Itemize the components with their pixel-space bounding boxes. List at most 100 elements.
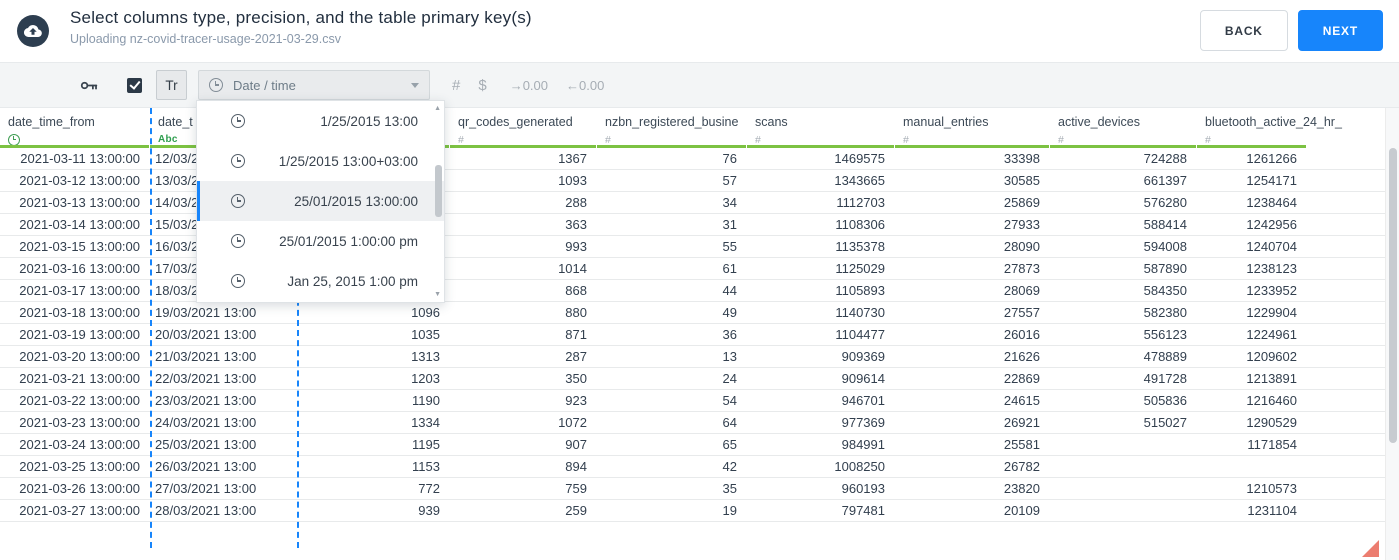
table-cell: 49 bbox=[722, 305, 737, 320]
format-option[interactable]: 25/01/2015 1:00:00 pm bbox=[197, 221, 444, 261]
column-header-date_time_from[interactable]: date_time_from bbox=[0, 108, 150, 148]
table-cell: 1213891 bbox=[1246, 371, 1297, 386]
table-row: 2021-03-25 13:00:00 26/03/2021 13:00 1153 8… bbox=[0, 456, 1385, 478]
format-option-label: 25/01/2015 13:00:00 bbox=[294, 193, 418, 209]
table-cell: 26782 bbox=[1003, 459, 1040, 474]
table-cell: 594008 bbox=[1143, 239, 1187, 254]
clock-icon bbox=[231, 234, 245, 248]
filler-cell bbox=[1307, 324, 1385, 345]
table-cell: 1190 bbox=[412, 393, 440, 408]
column-type-label: # bbox=[458, 133, 464, 146]
clock-icon bbox=[8, 133, 20, 146]
column-quality-bar bbox=[1197, 145, 1306, 148]
column-header-qr_codes_generated[interactable]: qr_codes_generated # bbox=[450, 108, 597, 148]
table-cell: 2021-03-26 13:00:00 bbox=[19, 481, 140, 496]
table-cell: 21/03/2021 13:00 bbox=[155, 349, 257, 364]
vertical-scrollbar[interactable] bbox=[1385, 108, 1399, 560]
table-cell: 1238464 bbox=[1246, 195, 1297, 210]
table-cell: 24 bbox=[722, 371, 737, 386]
increase-decimals-button[interactable]: →0.00 bbox=[510, 78, 548, 93]
table-cell: 23820 bbox=[1003, 481, 1040, 496]
text-type-button[interactable]: Tr bbox=[156, 70, 187, 100]
table-cell: 1240704 bbox=[1246, 239, 1297, 254]
table-row: 2021-03-20 13:00:00 21/03/2021 13:00 1313 2… bbox=[0, 346, 1385, 368]
date-format-dropdown: 1/25/2015 13:00 1/25/2015 13:00+03:00 25/0… bbox=[196, 100, 445, 303]
table-cell: 27873 bbox=[1003, 261, 1040, 276]
format-option[interactable]: 1/25/2015 13:00+03:00 bbox=[197, 141, 444, 181]
format-option[interactable]: 25/01/2015 13:00:00 bbox=[197, 181, 444, 221]
filler-cell bbox=[1307, 368, 1385, 389]
format-option[interactable]: Jan 25, 2015 1:00 pm bbox=[197, 261, 444, 301]
table-cell: 36 bbox=[722, 327, 737, 342]
column-header-manual_entries[interactable]: manual_entries # bbox=[895, 108, 1050, 148]
table-cell: 2021-03-13 13:00:00 bbox=[19, 195, 140, 210]
table-cell bbox=[1050, 500, 1197, 521]
column-quality-bar bbox=[1050, 145, 1196, 148]
dropdown-scrollbar-thumb[interactable] bbox=[435, 165, 442, 217]
table-cell: 491728 bbox=[1143, 371, 1187, 386]
scroll-up-arrow-icon[interactable] bbox=[434, 105, 441, 112]
column-quality-bar bbox=[0, 145, 149, 148]
column-type-label: Abc bbox=[158, 134, 178, 145]
table-cell: 661397 bbox=[1143, 173, 1187, 188]
table-cell: 582380 bbox=[1143, 305, 1187, 320]
column-name: bluetooth_active_24_hr_ bbox=[1205, 115, 1342, 129]
clock-icon bbox=[209, 78, 223, 92]
table-row: 2021-03-18 13:00:00 19/03/2021 13:00 1096 8… bbox=[0, 302, 1385, 324]
import-wizard: Select columns type, precision, and the … bbox=[0, 0, 1399, 560]
format-option[interactable]: 1/25/2015 13:00 bbox=[197, 101, 444, 141]
table-cell: 26/03/2021 13:00 bbox=[155, 459, 257, 474]
table-cell: 2021-03-21 13:00:00 bbox=[19, 371, 140, 386]
format-option-label: 1/25/2015 13:00+03:00 bbox=[278, 153, 418, 169]
table-cell: 61 bbox=[722, 261, 737, 276]
column-header-nzbn_registered_busine[interactable]: nzbn_registered_busine # bbox=[597, 108, 747, 148]
table-cell: 2021-03-14 13:00:00 bbox=[19, 217, 140, 232]
scroll-down-arrow-icon[interactable] bbox=[434, 291, 441, 298]
table-cell: 20109 bbox=[1003, 503, 1040, 518]
column-header-active_devices[interactable]: active_devices # bbox=[1050, 108, 1197, 148]
table-cell: 27557 bbox=[1003, 305, 1040, 320]
table-cell: 28/03/2021 13:00 bbox=[155, 503, 257, 518]
column-name: scans bbox=[755, 115, 788, 129]
table-cell: 2021-03-19 13:00:00 bbox=[19, 327, 140, 342]
table-cell: 25869 bbox=[1003, 195, 1040, 210]
table-row: 2021-03-22 13:00:00 23/03/2021 13:00 1190 9… bbox=[0, 390, 1385, 412]
table-cell: 21626 bbox=[1003, 349, 1040, 364]
next-button[interactable]: NEXT bbox=[1297, 10, 1383, 51]
table-cell: 584350 bbox=[1143, 283, 1187, 298]
table-cell: 1171854 bbox=[1247, 437, 1297, 452]
table-cell: 1093 bbox=[558, 173, 587, 188]
table-cell: 772 bbox=[418, 481, 440, 496]
table-cell: 1238123 bbox=[1246, 261, 1297, 276]
boolean-type-checkbox[interactable] bbox=[127, 77, 142, 93]
table-cell: 2021-03-27 13:00:00 bbox=[19, 503, 140, 518]
table-cell: 1233952 bbox=[1246, 283, 1297, 298]
column-header-bluetooth_active_24_hr_[interactable]: bluetooth_active_24_hr_ # bbox=[1197, 108, 1342, 148]
currency-type-button[interactable]: $ bbox=[478, 77, 486, 94]
table-cell: 909614 bbox=[841, 371, 885, 386]
filler-cell bbox=[1307, 192, 1385, 213]
primary-key-icon[interactable] bbox=[78, 75, 99, 96]
uploading-filename: Uploading nz-covid-tracer-usage-2021-03-… bbox=[70, 32, 341, 46]
table-cell: 1224961 bbox=[1246, 327, 1297, 342]
vertical-scrollbar-thumb[interactable] bbox=[1389, 148, 1397, 443]
table-cell: 923 bbox=[565, 393, 587, 408]
filler-cell bbox=[1307, 170, 1385, 191]
format-option-label: 25/01/2015 1:00:00 pm bbox=[279, 233, 418, 249]
column-header-scans[interactable]: scans # bbox=[747, 108, 895, 148]
table-row: 2021-03-19 13:00:00 20/03/2021 13:00 1035 8… bbox=[0, 324, 1385, 346]
back-button[interactable]: BACK bbox=[1199, 10, 1288, 51]
title-block: Select columns type, precision, and the … bbox=[70, 8, 532, 46]
table-cell: 478889 bbox=[1143, 349, 1187, 364]
datetime-type-select[interactable]: Date / time bbox=[198, 70, 430, 100]
table-cell: 19 bbox=[722, 503, 737, 518]
table-cell: 20/03/2021 13:00 bbox=[155, 327, 257, 342]
table-cell: 576280 bbox=[1143, 195, 1187, 210]
table-cell: 350 bbox=[565, 371, 587, 386]
filler-cell bbox=[1307, 412, 1385, 433]
decrease-decimals-button[interactable]: ←0.00 bbox=[566, 78, 604, 93]
table-cell: 1367 bbox=[558, 151, 587, 166]
integer-type-button[interactable]: # bbox=[452, 77, 460, 94]
table-cell: 871 bbox=[565, 327, 587, 342]
table-cell: 19/03/2021 13:00 bbox=[155, 305, 257, 320]
